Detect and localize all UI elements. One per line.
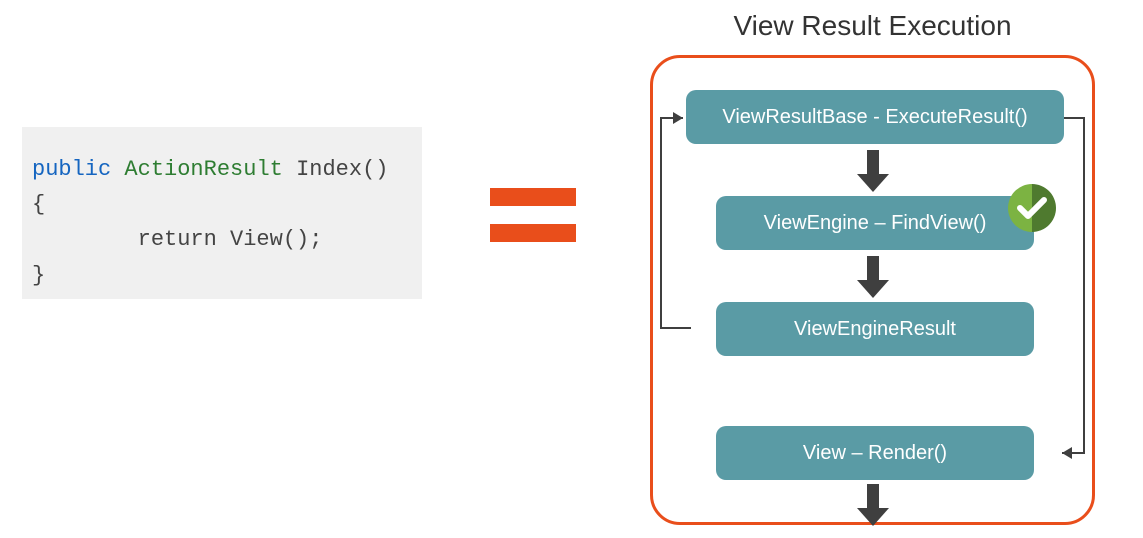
code-line-return: return View(); (32, 222, 412, 257)
node-label: ViewEngineResult (794, 318, 956, 341)
equals-bar-top (490, 188, 576, 206)
code-block: public ActionResult Index() { return Vie… (22, 127, 422, 299)
code-line-brace-open: { (32, 187, 412, 222)
code-line-brace-close: } (32, 258, 412, 293)
equals-icon (490, 188, 576, 242)
arrow-down-icon (853, 482, 893, 528)
node-viewengineresult: ViewEngineResult (716, 302, 1034, 356)
keyword-type: ActionResult (124, 157, 282, 182)
keyword-public: public (32, 157, 111, 182)
node-view-render: View – Render() (716, 426, 1034, 480)
node-label: View – Render() (803, 442, 947, 465)
node-label: ViewResultBase - ExecuteResult() (722, 106, 1027, 129)
diagram-title: View Result Execution (650, 10, 1095, 42)
arrow-down-icon (853, 148, 893, 194)
diagram-frame: ViewResultBase - ExecuteResult() ViewEng… (650, 55, 1095, 525)
code-line-signature: public ActionResult Index() (32, 152, 412, 187)
arrow-down-icon (853, 254, 893, 300)
method-name: Index() (296, 157, 388, 182)
equals-bar-bottom (490, 224, 576, 242)
node-viewengine-findview: ViewEngine – FindView() (716, 196, 1034, 250)
bypass-right-arrow-icon (1042, 103, 1102, 483)
node-label: ViewEngine – FindView() (764, 212, 987, 235)
checkmark-badge-icon (1008, 184, 1056, 232)
node-viewresultbase: ViewResultBase - ExecuteResult() (686, 90, 1064, 144)
